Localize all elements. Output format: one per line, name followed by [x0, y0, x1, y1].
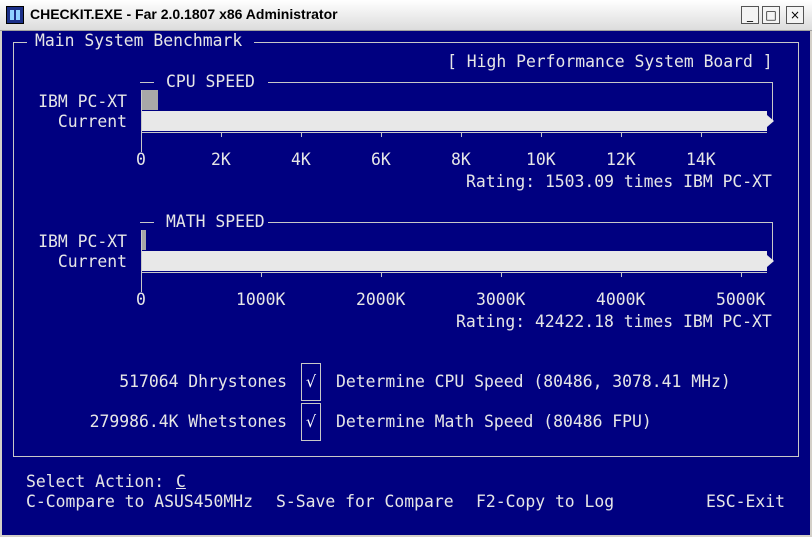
- cpu-test-description[interactable]: Determine CPU Speed (80486, 3078.41 MHz): [336, 372, 731, 392]
- cpu-ref-bar: [142, 90, 158, 110]
- cpu-scale-line: [141, 132, 767, 133]
- cpu-tick-mark: [541, 132, 542, 137]
- cpu-rating: Rating: 1503.09 times IBM PC-XT: [466, 172, 772, 191]
- cpu-tick-label: 12K: [606, 150, 636, 169]
- math-check-icon[interactable]: √: [301, 403, 321, 441]
- panel-title: Main System Benchmark: [35, 31, 243, 50]
- cpu-tick-label: 8K: [451, 150, 471, 169]
- cpu-tick-mark: [381, 132, 382, 137]
- dhrystones-value: 517064 Dhrystones: [119, 372, 287, 391]
- window-title: CHECKIT.EXE - Far 2.0.1807 x86 Administr…: [30, 6, 338, 22]
- math-tick-mark: [501, 272, 502, 277]
- cpu-section-title: CPU SPEED: [166, 72, 255, 91]
- cpu-tick-label: 10K: [526, 150, 556, 169]
- cpu-tick-label: 2K: [211, 150, 231, 169]
- cpu-tick-mark: [221, 132, 222, 137]
- maximize-button[interactable]: □: [762, 6, 780, 24]
- cpu-tick-label: 14K: [686, 150, 716, 169]
- close-button[interactable]: ×: [786, 6, 804, 24]
- cpu-check-icon[interactable]: √: [301, 363, 321, 401]
- minimize-button[interactable]: _: [741, 6, 759, 24]
- math-tick-label: 2000K: [356, 290, 406, 309]
- save-action[interactable]: S-Save for Compare: [276, 492, 454, 512]
- math-ref-label: IBM PC-XT: [38, 232, 127, 251]
- math-frame-top-right: [268, 222, 773, 223]
- cpu-current-label: Current: [57, 112, 127, 131]
- app-window: CHECKIT.EXE - Far 2.0.1807 x86 Administr…: [0, 0, 812, 537]
- cpu-tick-mark: [301, 132, 302, 137]
- math-section-title: MATH SPEED: [166, 212, 265, 231]
- cpu-bar-arrow-icon: [767, 115, 774, 127]
- cpu-tick-mark: [621, 132, 622, 137]
- select-action-label: Select Action:: [26, 472, 165, 491]
- console-area: Main System Benchmark [ High Performance…: [2, 31, 810, 535]
- panel-frame-bottom: [13, 456, 799, 457]
- panel-frame-right: [798, 42, 799, 456]
- panel-frame-top-left: [13, 42, 27, 43]
- cpu-tick-mark: [701, 132, 702, 137]
- math-tick-mark: [621, 272, 622, 277]
- math-rating: Rating: 42422.18 times IBM PC-XT: [456, 312, 772, 331]
- math-tick-label: 3000K: [476, 290, 526, 309]
- math-tick-mark: [741, 272, 742, 277]
- compare-action[interactable]: C-Compare to ASUS450MHz: [26, 492, 253, 512]
- cpu-frame-top-left: [140, 82, 154, 83]
- exit-action[interactable]: ESC-Exit: [706, 492, 785, 512]
- far-app-icon[interactable]: [6, 6, 24, 24]
- cpu-ref-label: IBM PC-XT: [38, 92, 127, 111]
- math-current-label: Current: [57, 252, 127, 271]
- math-tick-mark: [381, 272, 382, 277]
- math-tick-label: 1000K: [236, 290, 286, 309]
- title-bar[interactable]: CHECKIT.EXE - Far 2.0.1807 x86 Administr…: [0, 0, 812, 31]
- math-scale-line: [141, 272, 767, 273]
- math-test-description[interactable]: Determine Math Speed (80486 FPU): [336, 412, 652, 432]
- math-frame-top-left: [140, 222, 154, 223]
- panel-frame-left: [13, 42, 14, 456]
- cpu-frame-top-right: [268, 82, 773, 83]
- cpu-tick-mark: [461, 132, 462, 137]
- whetstones-value: 279986.4K Whetstones: [89, 412, 287, 431]
- select-action-input[interactable]: C: [176, 472, 186, 492]
- math-tick-label: 5000K: [716, 290, 766, 309]
- math-tick-label: 4000K: [596, 290, 646, 309]
- cpu-tick-label: 4K: [291, 150, 311, 169]
- math-tick-mark: [261, 272, 262, 277]
- cpu-tick-label: 6K: [371, 150, 391, 169]
- cpu-tick-label: 0: [136, 150, 146, 169]
- math-tick-mark: [141, 272, 142, 277]
- cpu-current-bar: [142, 111, 767, 131]
- copy-to-log-action[interactable]: F2-Copy to Log: [476, 492, 614, 512]
- math-bar-arrow-icon: [767, 255, 774, 267]
- board-label: [ High Performance System Board ]: [447, 52, 773, 71]
- math-ref-bar: [142, 230, 146, 250]
- math-tick-label: 0: [136, 290, 146, 309]
- cpu-tick-mark: [141, 132, 142, 137]
- math-current-bar: [142, 251, 767, 271]
- panel-frame-top-right: [254, 42, 799, 43]
